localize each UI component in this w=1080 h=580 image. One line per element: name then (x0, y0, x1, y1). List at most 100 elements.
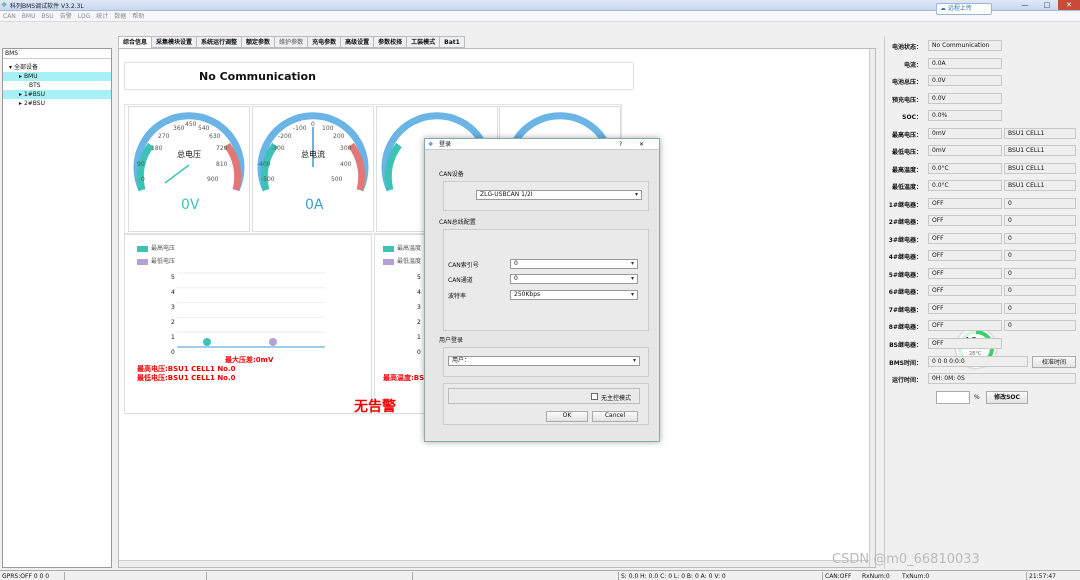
tree-item-bts[interactable]: BTS (3, 81, 111, 90)
tab-param-calib[interactable]: 参数校择 (373, 36, 408, 48)
menu-bsu[interactable]: BSU (38, 11, 56, 22)
offline-checkbox[interactable] (591, 393, 598, 400)
communication-status: No Communication (199, 70, 316, 83)
user-select[interactable]: 用户： (448, 356, 640, 366)
cloud-icon: ☁ (940, 5, 946, 12)
tree-item-all[interactable]: ▾ 全部设备 (3, 63, 111, 72)
baud-rate-select[interactable]: 250Kbps (510, 290, 638, 300)
status-row-label: 电池总压： (891, 79, 922, 86)
vertical-scrollbar[interactable] (869, 49, 875, 567)
maximize-button[interactable]: □ (1036, 0, 1058, 10)
gauge-tick: -300 (271, 145, 285, 152)
calibrate-time-button[interactable]: 校准时间 (1032, 356, 1076, 368)
status-row-label: 预充电压： (891, 96, 922, 104)
menu-help[interactable]: 帮助 (129, 11, 147, 22)
legend-item: 最低电压 (137, 256, 175, 265)
tab-bat1[interactable]: Bat1 (439, 36, 465, 48)
tab-advanced[interactable]: 高级设置 (340, 36, 375, 48)
status-row-value: OFF (928, 320, 1002, 331)
clock: 21:57:47 (1026, 572, 1056, 580)
status-row-value: 0.0A (928, 57, 1002, 69)
status-row-value: OFF (928, 197, 1002, 209)
help-button[interactable]: ? (619, 139, 622, 150)
gauge-tick: 270 (158, 133, 170, 140)
status-row-extra: BSU1 CELL1 (1004, 180, 1076, 191)
cancel-button[interactable]: Cancel (592, 411, 638, 422)
dialog-close-button[interactable]: ✕ (639, 139, 644, 150)
status-row-label: SOC： (902, 114, 922, 121)
menu-can[interactable]: CAN (0, 11, 19, 22)
remote-upload-button[interactable]: ☁ 远程上传 (936, 3, 992, 15)
status-row-value: OFF (928, 285, 1002, 296)
gauge-tick: 0 (141, 176, 145, 183)
can-device-select[interactable]: ZLG-USBCAN 1/2I (476, 190, 642, 200)
tab-maintenance[interactable]: 维护参数 (274, 36, 309, 48)
status-row-value: No Communication (928, 40, 1002, 51)
menu-stats[interactable]: 统计 (93, 11, 111, 22)
login-group: 用户： (443, 347, 649, 377)
expand-icon[interactable]: ▸ (19, 91, 22, 98)
can-channel-select[interactable]: 0 (510, 274, 638, 284)
status-field-blank (412, 572, 616, 580)
status-row-extra: BSU1 CELL1 (1004, 162, 1076, 174)
y-tick: 0 (417, 349, 421, 356)
legend-item: 最高温度 (383, 243, 421, 252)
title-bar: ❖ 科列BMS调试软件 V3.2.3L — □ ✕ (0, 0, 1080, 11)
gauge-tick: -400 (257, 161, 271, 168)
current-gauge: -500 -400 -300 -200 -100 0 100 200 300 4… (252, 106, 374, 232)
tree-item-label: 1#BSU (23, 91, 45, 98)
legend-label: 最低温度 (397, 258, 422, 265)
legend-label: 最高电压 (151, 245, 176, 252)
rx-count: RxNum:0 (862, 573, 890, 580)
collapse-icon[interactable]: ▾ (9, 64, 12, 71)
menu-bmu[interactable]: BMU (19, 11, 39, 22)
tab-rated-params[interactable]: 额定参数 (241, 36, 276, 48)
menu-log[interactable]: LOG (75, 11, 94, 22)
expand-icon[interactable]: ▸ (19, 73, 22, 80)
window-title: 科列BMS调试软件 V3.2.3L (10, 3, 84, 10)
offline-group: 无主控模式 OK Cancel (443, 383, 649, 425)
dialog-title-bar: ❖ 登录 ? ✕ (425, 139, 659, 150)
tab-collect-settings[interactable]: 采集模块设置 (151, 36, 198, 48)
y-tick: 2 (417, 319, 421, 326)
watermark: CSDN @m0_66810033 (832, 552, 980, 567)
soc-input[interactable] (936, 391, 970, 404)
tree-item-bsu1[interactable]: ▸ 1#BSU (3, 90, 111, 99)
communication-status-panel: No Communication (124, 62, 634, 90)
ok-button[interactable]: OK (546, 411, 588, 422)
status-row-label: 3#继电器： (888, 236, 922, 244)
y-tick: 3 (171, 304, 175, 311)
minimize-button[interactable]: — (1014, 0, 1036, 10)
login-group-title: 用户登录 (439, 337, 464, 344)
tree-item-label: BTS (29, 82, 41, 89)
gauge-tick: 0 (311, 121, 315, 128)
tab-system-run[interactable]: 系统运行调整 (196, 36, 243, 48)
menu-data[interactable]: 数据 (111, 11, 129, 22)
menu-alarm[interactable]: 告警 (57, 11, 75, 22)
voltage-chart-plot (177, 272, 325, 348)
voltage-gauge: 0 90 180 270 360 450 540 630 720 810 900… (128, 106, 250, 232)
expand-icon[interactable]: ▸ (19, 100, 22, 107)
tree-item-bmu[interactable]: ▸ BMU (3, 72, 111, 81)
tab-factory-mode[interactable]: 工装模式 (406, 36, 441, 48)
horizontal-scrollbar[interactable] (119, 560, 869, 567)
tree-item-bsu2[interactable]: ▸ 2#BSU (3, 99, 111, 108)
status-row-label: 最高温度： (891, 166, 922, 174)
gauge-tick: -200 (278, 133, 292, 140)
dialog-title: 登录 (439, 141, 452, 148)
can-index-label: CAN索引号 (448, 262, 479, 269)
tab-bar: 综合信息 采集模块设置 系统运行调整 额定参数 维护参数 充电参数 高级设置 参数校择 工装模式… (118, 36, 465, 48)
gauge-tick: 100 (322, 125, 334, 132)
y-tick: 1 (417, 334, 421, 341)
tab-charge-params[interactable]: 充电参数 (307, 36, 342, 48)
tab-overview[interactable]: 综合信息 (118, 36, 153, 48)
can-device-group-title: CAN设备 (439, 171, 464, 178)
legend-swatch (137, 245, 148, 252)
can-device-group: ZLG-USBCAN 1/2I (443, 181, 649, 211)
modify-soc-button[interactable]: 修改SOC (986, 391, 1028, 404)
can-index-select[interactable]: 0 (510, 259, 638, 269)
close-button[interactable]: ✕ (1058, 0, 1080, 10)
gauge-title: 总电压 (177, 150, 201, 159)
status-row-extra: BSU1 CELL1 (1004, 145, 1076, 156)
status-row-extra: 0 (1004, 215, 1076, 226)
